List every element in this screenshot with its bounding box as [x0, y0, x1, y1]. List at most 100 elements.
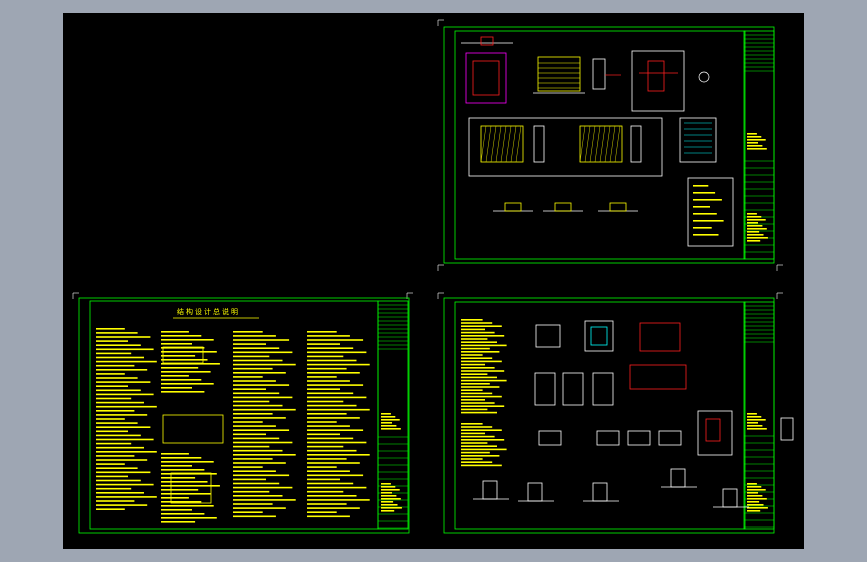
cad-drawing[interactable]	[63, 13, 804, 549]
small-detail-beam	[554, 202, 572, 212]
notes-bottom-right	[461, 408, 488, 411]
detail-pier	[533, 125, 545, 163]
notes-column-1	[96, 397, 132, 400]
notes-bottom-right	[461, 322, 493, 324]
small-detail-beam	[609, 202, 627, 212]
notes-column-1	[96, 500, 135, 502]
notes-column-4	[307, 454, 370, 456]
notes-column-4	[307, 376, 337, 378]
hatch	[614, 125, 621, 163]
title-block-text	[747, 213, 757, 215]
notes-bottom-right	[461, 328, 485, 331]
notes-column-4	[307, 372, 360, 374]
notes-bottom-right	[461, 411, 497, 414]
hatch	[490, 125, 497, 163]
notes-column-2	[161, 457, 202, 459]
detail-wall-elevation	[592, 372, 614, 406]
detail-foundation-core	[472, 60, 500, 96]
title-block-text	[747, 425, 763, 427]
notes-bottom-right	[461, 383, 490, 385]
notes-column-4	[307, 335, 350, 337]
notes-column-3	[233, 367, 273, 370]
notes-column-3	[233, 417, 286, 419]
title-block-text	[747, 139, 766, 141]
notes-column-3	[233, 413, 273, 415]
notes-column-3	[233, 478, 266, 481]
notes-column-3	[233, 433, 266, 436]
notes-column-2	[161, 497, 189, 499]
notes-column-1	[96, 352, 132, 355]
notes-column-1	[96, 401, 144, 404]
notes-column-1	[96, 369, 148, 371]
detail-box-frame	[631, 50, 685, 112]
notes-bottom-right	[461, 432, 485, 435]
notes-column-3	[233, 380, 276, 382]
hatch	[609, 125, 616, 163]
notes-column-1	[96, 405, 157, 408]
notes-bottom-right	[461, 392, 493, 395]
notes-column-3	[233, 495, 283, 497]
title-block-text	[747, 222, 758, 224]
detail-beam-section	[639, 322, 681, 352]
legend-text	[693, 199, 722, 201]
notes-column-1	[96, 336, 151, 338]
title-block-bottom-left	[377, 300, 409, 530]
notes-column-3	[233, 486, 293, 489]
notes-column-1	[96, 344, 141, 346]
notes-column-1	[96, 430, 128, 433]
detail-side-view	[679, 117, 717, 163]
legend-text	[693, 213, 717, 215]
detail-legend-box	[687, 177, 734, 247]
title-block-text	[747, 510, 761, 512]
notes-column-1	[96, 487, 132, 490]
hatch	[485, 125, 492, 163]
notes-column-3	[233, 392, 280, 395]
notes-column-3	[233, 384, 290, 386]
notes-bottom-right	[461, 347, 490, 350]
notes-column-2	[161, 359, 208, 361]
notes-column-4	[307, 363, 370, 366]
notes-column-1	[96, 422, 138, 424]
notes-column-4	[307, 482, 354, 485]
notes-column-4	[307, 425, 350, 427]
detail-beam-section	[629, 364, 687, 390]
notes-column-2	[161, 331, 189, 333]
title-block-text	[747, 219, 766, 221]
title-block-text	[747, 416, 762, 418]
notes-column-2	[161, 367, 199, 369]
notes-column-1	[96, 328, 125, 330]
hatch	[579, 125, 586, 163]
title-block-text	[747, 419, 766, 421]
notes-column-4	[307, 367, 347, 370]
notes-column-4	[307, 462, 360, 464]
notes-column-4	[307, 413, 347, 415]
hatch	[599, 125, 606, 163]
notes-column-2	[161, 375, 189, 377]
notes-column-3	[233, 437, 280, 440]
title-block-text	[747, 486, 762, 488]
notes-bottom-right	[461, 386, 500, 388]
notes-bottom-right	[461, 442, 488, 444]
notes-column-3	[233, 445, 270, 448]
notes-column-2	[161, 355, 196, 357]
notes-column-2	[161, 521, 196, 523]
notes-column-2	[161, 517, 217, 519]
notes-column-4	[307, 474, 364, 477]
notes-bottom-right	[461, 367, 495, 369]
title-block-text	[381, 492, 392, 494]
notes-column-2	[161, 391, 205, 393]
notes-bottom-right	[461, 344, 507, 347]
title-block-text	[381, 501, 394, 503]
notes-bottom-right	[461, 370, 505, 372]
detail-column-base	[535, 324, 561, 348]
notes-column-3	[233, 470, 276, 472]
title-block-text	[381, 495, 397, 497]
notes-bottom-right	[461, 429, 502, 431]
title-block-text	[747, 234, 764, 236]
hatch	[589, 125, 596, 163]
notes-column-3	[233, 388, 266, 390]
hatch	[604, 125, 611, 163]
title-block-text	[747, 507, 768, 509]
cad-model-space[interactable]: 结构设计总说明	[63, 13, 804, 549]
title-block-text	[747, 240, 761, 242]
